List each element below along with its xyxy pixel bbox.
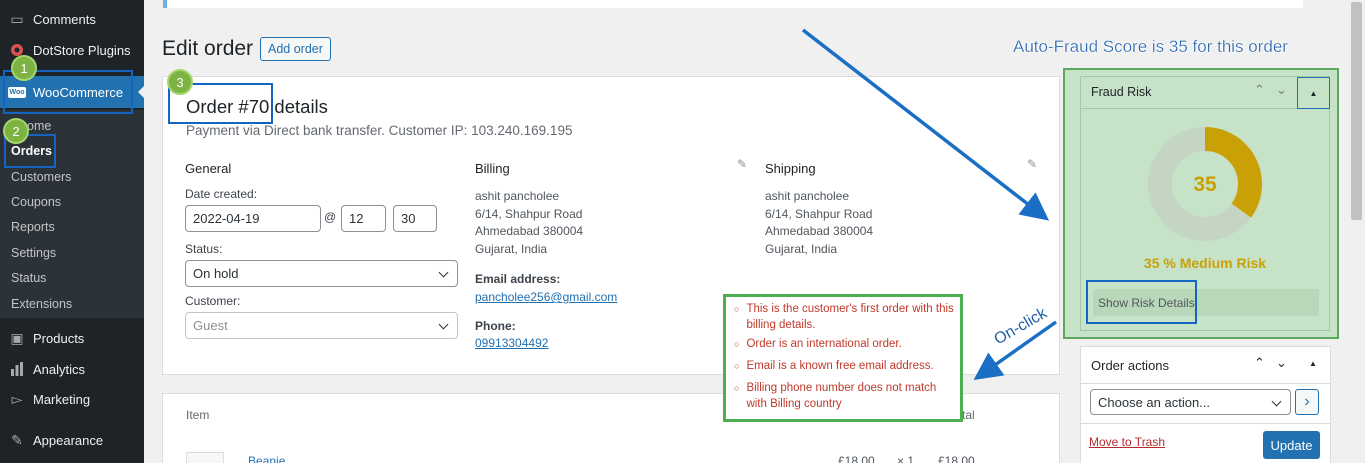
risk-detail-text: Email is a known free email address. (746, 360, 934, 372)
arrow-to-fraud-box (801, 28, 1050, 221)
bullet-icon: ○ (734, 304, 740, 314)
risk-detail-text: Order is an international order. (746, 338, 902, 350)
risk-detail-text: Billing phone number does not match with… (746, 382, 937, 410)
risk-detail-item: ○ Billing phone number does not match wit… (734, 380, 954, 412)
annotation-fraud-score-caption: Auto-Fraud Score is 35 for this order (1013, 37, 1288, 56)
annotation-arrows (801, 28, 1058, 381)
bullet-icon: ○ (734, 361, 740, 371)
risk-detail-text: This is the customer's first order with … (746, 303, 954, 331)
risk-detail-item: ○ Order is an international order. (734, 336, 954, 352)
risk-detail-item: ○ This is the customer's first order with… (734, 301, 954, 333)
bullet-icon: ○ (734, 383, 740, 393)
bullet-icon: ○ (734, 339, 740, 349)
risk-details-popup: ○ This is the customer's first order with… (723, 294, 963, 422)
risk-detail-item: ○ Email is a known free email address. (734, 358, 954, 374)
